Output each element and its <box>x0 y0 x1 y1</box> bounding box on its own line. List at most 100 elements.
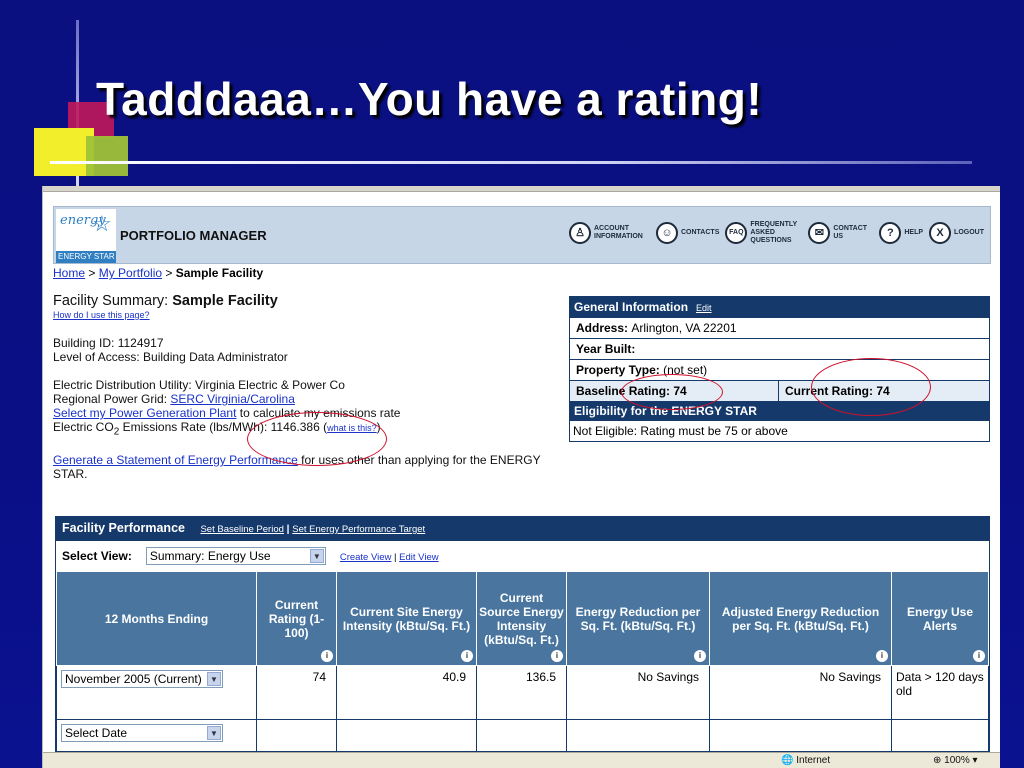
eligibility-header: Eligibility for the ENERGY STAR <box>570 401 989 421</box>
info-icon[interactable]: i <box>973 650 985 662</box>
highlight-circle-baseline <box>621 374 723 410</box>
edit-link[interactable]: Edit <box>696 303 712 313</box>
plant-link[interactable]: Select my Power Generation Plant <box>53 406 236 420</box>
info-icon[interactable]: i <box>551 650 563 662</box>
decor-green-square <box>86 136 128 176</box>
how-to-use-link[interactable]: How do I use this page? <box>53 310 150 320</box>
period-cell: November 2005 (Current) ▼ <box>56 665 257 720</box>
select-view-label: Select View: <box>62 549 132 563</box>
col-label: Energy Use Alerts <box>906 604 974 633</box>
set-baseline-link[interactable]: Set Baseline Period <box>200 524 283 535</box>
col-rating: Current Rating (1-100) i <box>256 571 337 666</box>
general-information-panel: General Information Edit Address: Arlingt… <box>569 296 990 442</box>
col-label: Current Source Energy Intensity (kBtu/Sq… <box>479 590 564 647</box>
address-row: Address: Arlington, VA 22201 <box>570 317 989 338</box>
breadcrumb-current: Sample Facility <box>175 266 264 280</box>
chevron-down-icon: ▼ <box>309 549 324 563</box>
nav-faq[interactable]: FAQ FREQUENTLY ASKED QUESTIONS <box>725 221 802 245</box>
empty-cell <box>566 719 710 752</box>
building-id: Building ID: 1124917 <box>53 336 164 350</box>
col-adjusted: Adjusted Energy Reduction per Sq. Ft. (k… <box>709 571 892 666</box>
breadcrumb-sep: > <box>162 266 176 280</box>
slide-title: Tadddaaa…You have a rating! <box>96 73 763 125</box>
nav-label: CONTACT US <box>833 225 868 240</box>
contacts-icon: ☺ <box>656 222 678 244</box>
set-target-link[interactable]: Set Energy Performance Target <box>292 524 425 535</box>
help-icon: ? <box>879 222 902 244</box>
rating-cell: 74 <box>256 665 337 720</box>
decor-horizontal-line <box>50 161 972 164</box>
year-row: Year Built: <box>570 338 989 359</box>
browser-toolbar-edge <box>43 186 1000 192</box>
logout-icon: X <box>929 222 952 244</box>
link-sep: | <box>283 524 293 535</box>
portfolio-page: energy ☆ ENERGY STAR PORTFOLIO MANAGER ♙… <box>53 206 991 753</box>
performance-header: Facility Performance Set Baseline Period… <box>56 517 989 541</box>
col-site: Current Site Energy Intensity (kBtu/Sq. … <box>336 571 477 666</box>
period-cell: Select Date ▼ <box>56 719 257 752</box>
edit-view-link[interactable]: Edit View <box>399 552 438 563</box>
co2-text: Electric CO <box>53 420 114 434</box>
zoom-level[interactable]: ⊕ 100% ▾ <box>933 755 978 766</box>
address-value: Arlington, VA 22201 <box>631 321 737 335</box>
site-cell: 40.9 <box>336 665 477 720</box>
info-icon[interactable]: i <box>876 650 888 662</box>
nav-label: LOGOUT <box>954 229 984 236</box>
period-value: November 2005 (Current) <box>65 672 202 686</box>
table-header-row: 12 Months Ending Current Rating (1-100) i… <box>56 571 989 666</box>
year-label: Year Built: <box>576 342 636 356</box>
star-icon: ☆ <box>92 211 112 236</box>
eligibility-status: Not Eligible: Rating must be 75 or above <box>573 424 788 438</box>
info-icon[interactable]: i <box>321 650 333 662</box>
logo-bar: ENERGY STAR <box>56 251 116 263</box>
performance-title: Facility Performance <box>62 521 185 535</box>
view-sep: | <box>391 552 400 563</box>
energy-star-logo[interactable]: energy ☆ ENERGY STAR <box>56 209 116 263</box>
person-icon: ♙ <box>569 222 591 244</box>
globe-icon: 🌐 <box>781 755 794 766</box>
nav-logout[interactable]: X LOGOUT <box>929 222 984 244</box>
portfolio-header: energy ☆ ENERGY STAR PORTFOLIO MANAGER ♙… <box>53 206 991 264</box>
info-icon[interactable]: i <box>461 650 473 662</box>
zone-label: Internet <box>796 755 831 766</box>
col-label: Current Site Energy Intensity (kBtu/Sq. … <box>342 604 471 633</box>
nav-label: CONTACTS <box>681 229 720 236</box>
breadcrumb-portfolio[interactable]: My Portfolio <box>99 266 162 280</box>
nav-contacts[interactable]: ☺ CONTACTS <box>656 222 719 244</box>
general-info-header: General Information Edit <box>570 297 989 317</box>
empty-cell <box>476 719 567 752</box>
highlight-circle-current <box>811 358 931 416</box>
col-label: Adjusted Energy Reduction per Sq. Ft. (k… <box>721 604 880 633</box>
col-alerts: Energy Use Alerts i <box>891 571 989 666</box>
col-period: 12 Months Ending <box>56 571 257 666</box>
info-icon[interactable]: i <box>694 650 706 662</box>
grid-link[interactable]: SERC Virginia/Carolina <box>170 392 295 406</box>
breadcrumb-home[interactable]: Home <box>53 266 85 280</box>
performance-table: 12 Months Ending Current Rating (1-100) i… <box>56 571 989 752</box>
browser-screenshot: energy ☆ ENERGY STAR PORTFOLIO MANAGER ♙… <box>42 186 1000 768</box>
view-select[interactable]: Summary: Energy Use ▼ <box>145 547 326 565</box>
nav-account-information[interactable]: ♙ ACCOUNT INFORMATION <box>569 222 650 244</box>
view-select-value: Summary: Energy Use <box>149 549 271 563</box>
reduction-cell: No Savings <box>566 665 710 720</box>
browser-status-bar: 🌐 Internet ⊕ 100% ▾ <box>43 752 1000 768</box>
page-title-label: Facility Summary: <box>53 293 173 309</box>
page-title: Facility Summary: Sample Facility <box>53 293 563 309</box>
zoom-value: 100% <box>944 755 970 766</box>
app-title: PORTFOLIO MANAGER <box>120 228 267 243</box>
col-source: Current Source Energy Intensity (kBtu/Sq… <box>476 571 567 666</box>
utility: Electric Distribution Utility: Virginia … <box>53 378 345 392</box>
date-select-value: Select Date <box>65 726 128 740</box>
col-label: Current Rating (1-100) <box>268 597 325 640</box>
facility-name: Sample Facility <box>172 293 278 309</box>
decor-yellow-square <box>34 128 94 176</box>
chevron-down-icon: ▼ <box>207 672 221 686</box>
source-cell: 136.5 <box>476 665 567 720</box>
general-info-title: General Information <box>574 300 689 314</box>
nav-help[interactable]: ? HELP <box>879 222 923 244</box>
period-select[interactable]: November 2005 (Current) ▼ <box>61 670 223 688</box>
grid-line: Regional Power Grid: SERC Virginia/Carol… <box>53 392 563 406</box>
date-select[interactable]: Select Date ▼ <box>61 724 223 742</box>
nav-contact-us[interactable]: ✉ CONTACT US <box>808 222 873 244</box>
create-view-link[interactable]: Create View <box>340 552 392 563</box>
